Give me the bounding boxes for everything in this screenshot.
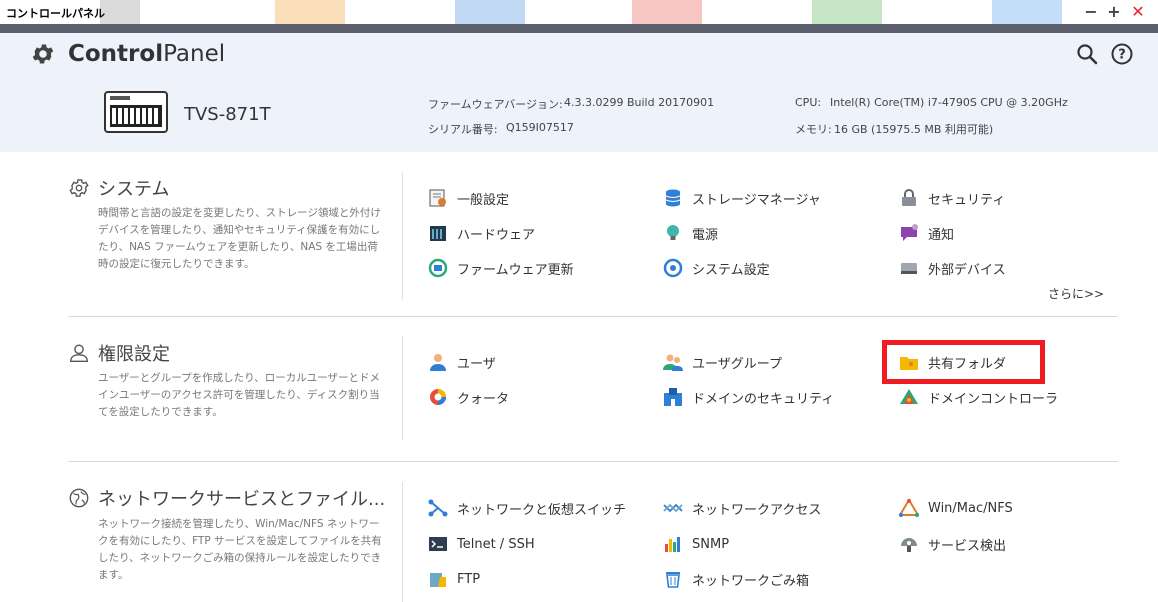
network-access-item[interactable]: ネットワークアクセス	[663, 497, 821, 519]
settings-gear-icon	[69, 179, 89, 197]
database-icon	[663, 188, 683, 208]
telnet-ssh-item[interactable]: Telnet / SSH	[428, 533, 535, 555]
external-drive-icon	[899, 258, 919, 278]
user-item[interactable]: ユーザ	[428, 351, 496, 373]
background-app-icon	[100, 0, 140, 24]
external-device-item[interactable]: 外部デバイス	[899, 257, 1006, 279]
pie-chart-icon	[428, 387, 448, 407]
ftp-icon	[428, 569, 448, 589]
vertical-divider	[402, 336, 403, 440]
highlight-box	[882, 340, 1045, 384]
gear-icon	[32, 44, 54, 64]
trash-icon	[663, 569, 683, 589]
service-discovery-item[interactable]: サービス検出	[899, 533, 1006, 555]
domain-controller-item[interactable]: ドメインコントローラ	[899, 386, 1058, 408]
user-icon	[70, 344, 88, 362]
memory-value: 16 GB (15975.5 MB 利用可能)	[834, 123, 994, 136]
serial-label: シリアル番号:	[428, 123, 498, 136]
hardware-icon	[428, 223, 448, 243]
brand: ControlPanel	[30, 41, 225, 67]
search-icon[interactable]	[1075, 42, 1099, 66]
serial-value: Q159I07517	[506, 121, 574, 134]
network-virtual-switch-item[interactable]: ネットワークと仮想スイッチ	[428, 497, 626, 519]
firmware-value: 4.3.3.0299 Build 20170901	[564, 96, 715, 109]
section-description: 時間帯と言語の設定を変更したり、ストレージ領域と外付けデバイスを管理したり、通知…	[98, 207, 381, 270]
window-title: コントロールパネル	[6, 7, 105, 20]
section-privilege-header: 権限設定	[68, 340, 170, 366]
section-title: システム	[98, 179, 170, 200]
user-icon	[428, 352, 448, 372]
notification-icon	[899, 223, 919, 243]
network-access-icon	[663, 498, 683, 518]
background-app-icon	[275, 0, 345, 24]
general-settings-icon	[428, 188, 448, 208]
background-app-icon	[455, 0, 525, 24]
radar-icon	[899, 534, 919, 554]
vertical-divider	[402, 172, 403, 300]
bar-chart-icon	[663, 534, 683, 554]
background-app-icon	[992, 0, 1062, 24]
terminal-icon	[428, 534, 448, 554]
background-app-icon	[632, 0, 702, 24]
cpu-value: Intel(R) Core(TM) i7-4790S CPU @ 3.20GHz	[830, 96, 1068, 109]
ftp-item[interactable]: FTP	[428, 568, 480, 590]
section-divider	[68, 461, 1118, 462]
lightbulb-icon	[663, 223, 683, 243]
quota-item[interactable]: クォータ	[428, 386, 509, 408]
system-settings-item[interactable]: システム設定	[663, 257, 770, 279]
memory-label: メモリ:	[795, 123, 832, 136]
firmware-update-icon	[428, 258, 448, 278]
notification-item[interactable]: 通知	[899, 222, 954, 244]
domain-controller-icon	[899, 387, 919, 407]
app-title: ControlPanel	[68, 41, 226, 67]
snmp-item[interactable]: SNMP	[663, 533, 729, 555]
help-icon[interactable]: ?	[1110, 42, 1134, 66]
general-settings-item[interactable]: 一般設定	[428, 187, 509, 209]
user-group-item[interactable]: ユーザグループ	[663, 351, 782, 373]
title-bar: コントロールパネル − + ✕	[0, 0, 1158, 24]
svg-text:?: ?	[1118, 48, 1126, 63]
vertical-divider	[402, 482, 403, 602]
device-name: TVS-871T	[184, 104, 271, 125]
network-recycle-bin-item[interactable]: ネットワークごみ箱	[663, 568, 809, 590]
firmware-label: ファームウェアバージョン:	[428, 98, 563, 111]
storage-manager-item[interactable]: ストレージマネージャ	[663, 187, 821, 209]
win-mac-nfs-item[interactable]: Win/Mac/NFS	[899, 497, 1013, 519]
section-system-header: システム	[68, 175, 169, 201]
power-item[interactable]: 電源	[663, 222, 718, 244]
security-item[interactable]: セキュリティ	[899, 187, 1005, 209]
user-group-icon	[663, 352, 683, 372]
maximize-button[interactable]: +	[1104, 2, 1124, 22]
network-switch-icon	[428, 498, 448, 518]
section-network-header: ネットワークサービスとファイル...	[68, 485, 385, 511]
minimize-button[interactable]: −	[1081, 2, 1101, 22]
firmware-update-item[interactable]: ファームウェア更新	[428, 257, 574, 279]
section-description: ネットワーク接続を管理したり、Win/Mac/NFS ネットワークを有効にしたり…	[98, 518, 382, 581]
win-mac-nfs-icon	[899, 498, 919, 518]
more-link[interactable]: さらに>>	[1048, 285, 1104, 302]
domain-security-item[interactable]: ドメインのセキュリティ	[663, 386, 834, 408]
domain-security-icon	[663, 387, 683, 407]
lock-icon	[899, 188, 919, 208]
section-divider	[68, 316, 1118, 317]
background-app-icon	[812, 0, 882, 24]
close-button[interactable]: ✕	[1128, 2, 1148, 22]
section-description: ユーザーとグループを作成したり、ローカルユーザーとドメインユーザーのアクセス許可…	[98, 372, 381, 418]
globe-icon	[69, 488, 89, 508]
nas-device-icon	[104, 91, 168, 133]
window-top-border	[0, 24, 1158, 33]
section-title: ネットワークサービスとファイル...	[98, 489, 386, 510]
cpu-label: CPU:	[795, 96, 822, 109]
system-settings-icon	[663, 258, 683, 278]
hardware-item[interactable]: ハードウェア	[428, 222, 535, 244]
header: ControlPanel ? TVS-871T ファームウェアバージョン: 4.…	[0, 33, 1158, 152]
section-title: 権限設定	[98, 344, 170, 365]
